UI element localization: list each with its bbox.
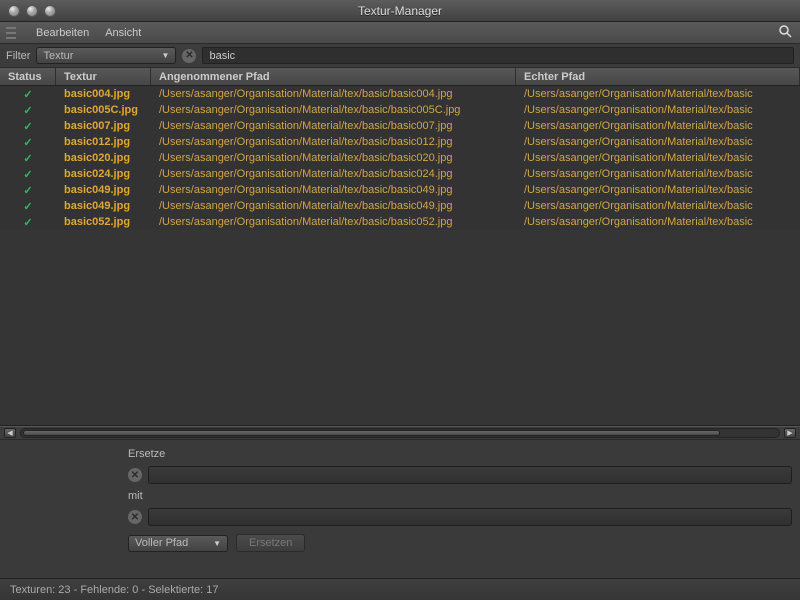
assumed-path: /Users/asanger/Organisation/Material/tex… <box>151 88 516 100</box>
column-header-real-path[interactable]: Echter Pfad <box>516 68 800 85</box>
menubar: Bearbeiten Ansicht <box>0 22 800 44</box>
clear-replace-to-button[interactable]: ✕ <box>128 510 142 524</box>
clear-replace-from-button[interactable]: ✕ <box>128 468 142 482</box>
replace-panel: Ersetze ✕ mit ✕ Voller Pfad ▼ Ersetzen <box>0 440 800 560</box>
replace-mode-value: Voller Pfad <box>135 537 188 549</box>
table-row[interactable]: ✓basic024.jpg/Users/asanger/Organisation… <box>0 166 800 182</box>
replace-button[interactable]: Ersetzen <box>236 534 305 552</box>
table-row[interactable]: ✓basic052.jpg/Users/asanger/Organisation… <box>0 214 800 230</box>
filter-bar: Filter Textur ▼ ✕ <box>0 44 800 68</box>
real-path: /Users/asanger/Organisation/Material/tex… <box>516 88 800 100</box>
real-path: /Users/asanger/Organisation/Material/tex… <box>516 184 800 196</box>
window-title: Textur-Manager <box>0 4 800 18</box>
chevron-down-icon: ▼ <box>162 51 170 60</box>
filter-search-input[interactable] <box>202 47 794 64</box>
real-path: /Users/asanger/Organisation/Material/tex… <box>516 120 800 132</box>
replace-from-input[interactable] <box>148 466 792 484</box>
filter-label: Filter <box>6 50 30 62</box>
search-icon[interactable] <box>778 24 792 41</box>
status-check-icon: ✓ <box>0 184 56 197</box>
texture-name: basic049.jpg <box>56 200 151 212</box>
status-text: Texturen: 23 - Fehlende: 0 - Selektierte… <box>10 584 219 596</box>
filter-type-value: Textur <box>43 50 73 62</box>
table-row[interactable]: ✓basic005C.jpg/Users/asanger/Organisatio… <box>0 102 800 118</box>
texture-name: basic052.jpg <box>56 216 151 228</box>
titlebar: Textur-Manager <box>0 0 800 22</box>
assumed-path: /Users/asanger/Organisation/Material/tex… <box>151 168 516 180</box>
scroll-left-button[interactable]: ◀ <box>4 428 16 438</box>
replace-label: Ersetze <box>128 448 792 460</box>
table-body: ✓basic004.jpg/Users/asanger/Organisation… <box>0 86 800 426</box>
texture-name: basic012.jpg <box>56 136 151 148</box>
real-path: /Users/asanger/Organisation/Material/tex… <box>516 216 800 228</box>
assumed-path: /Users/asanger/Organisation/Material/tex… <box>151 104 516 116</box>
status-check-icon: ✓ <box>0 120 56 133</box>
scroll-track[interactable] <box>20 428 780 438</box>
table-row[interactable]: ✓basic012.jpg/Users/asanger/Organisation… <box>0 134 800 150</box>
window-controls <box>0 5 56 17</box>
table-row[interactable]: ✓basic004.jpg/Users/asanger/Organisation… <box>0 86 800 102</box>
status-check-icon: ✓ <box>0 88 56 101</box>
column-header-status[interactable]: Status <box>0 68 56 85</box>
table-row[interactable]: ✓basic020.jpg/Users/asanger/Organisation… <box>0 150 800 166</box>
table-row[interactable]: ✓basic049.jpg/Users/asanger/Organisation… <box>0 198 800 214</box>
assumed-path: /Users/asanger/Organisation/Material/tex… <box>151 152 516 164</box>
minimize-window-button[interactable] <box>26 5 38 17</box>
close-window-button[interactable] <box>8 5 20 17</box>
texture-name: basic004.jpg <box>56 88 151 100</box>
scroll-right-button[interactable]: ▶ <box>784 428 796 438</box>
assumed-path: /Users/asanger/Organisation/Material/tex… <box>151 136 516 148</box>
status-bar: Texturen: 23 - Fehlende: 0 - Selektierte… <box>0 578 800 600</box>
clear-filter-button[interactable]: ✕ <box>182 49 196 63</box>
replace-with-label: mit <box>128 490 792 502</box>
texture-name: basic024.jpg <box>56 168 151 180</box>
filter-type-dropdown[interactable]: Textur ▼ <box>36 47 176 64</box>
drag-grip-icon[interactable] <box>6 27 16 39</box>
column-header-texture[interactable]: Textur <box>56 68 151 85</box>
menu-edit[interactable]: Bearbeiten <box>36 27 89 39</box>
assumed-path: /Users/asanger/Organisation/Material/tex… <box>151 184 516 196</box>
table-row[interactable]: ✓basic049.jpg/Users/asanger/Organisation… <box>0 182 800 198</box>
horizontal-scrollbar[interactable]: ◀ ▶ <box>0 426 800 440</box>
texture-name: basic020.jpg <box>56 152 151 164</box>
real-path: /Users/asanger/Organisation/Material/tex… <box>516 168 800 180</box>
real-path: /Users/asanger/Organisation/Material/tex… <box>516 152 800 164</box>
menu-view[interactable]: Ansicht <box>105 27 141 39</box>
zoom-window-button[interactable] <box>44 5 56 17</box>
status-check-icon: ✓ <box>0 152 56 165</box>
real-path: /Users/asanger/Organisation/Material/tex… <box>516 104 800 116</box>
real-path: /Users/asanger/Organisation/Material/tex… <box>516 136 800 148</box>
assumed-path: /Users/asanger/Organisation/Material/tex… <box>151 120 516 132</box>
status-check-icon: ✓ <box>0 200 56 213</box>
status-check-icon: ✓ <box>0 168 56 181</box>
texture-name: basic007.jpg <box>56 120 151 132</box>
status-check-icon: ✓ <box>0 104 56 117</box>
chevron-down-icon: ▼ <box>213 539 221 548</box>
texture-name: basic005C.jpg <box>56 104 151 116</box>
scroll-thumb[interactable] <box>23 430 720 436</box>
table-header: Status Textur Angenommener Pfad Echter P… <box>0 68 800 86</box>
assumed-path: /Users/asanger/Organisation/Material/tex… <box>151 216 516 228</box>
replace-mode-dropdown[interactable]: Voller Pfad ▼ <box>128 535 228 552</box>
real-path: /Users/asanger/Organisation/Material/tex… <box>516 200 800 212</box>
status-check-icon: ✓ <box>0 216 56 229</box>
column-header-assumed-path[interactable]: Angenommener Pfad <box>151 68 516 85</box>
texture-name: basic049.jpg <box>56 184 151 196</box>
table-row[interactable]: ✓basic007.jpg/Users/asanger/Organisation… <box>0 118 800 134</box>
assumed-path: /Users/asanger/Organisation/Material/tex… <box>151 200 516 212</box>
replace-to-input[interactable] <box>148 508 792 526</box>
status-check-icon: ✓ <box>0 136 56 149</box>
